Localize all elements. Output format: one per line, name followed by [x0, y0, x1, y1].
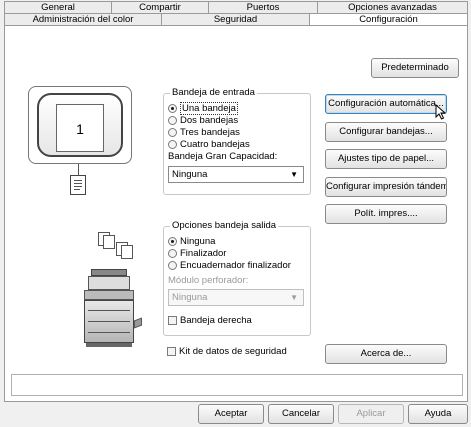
radio-dot — [168, 261, 177, 270]
bandeja-salida-legend: Opciones bandeja salida — [170, 220, 279, 231]
radio-label: Cuatro bandejas — [180, 139, 250, 150]
output-document-icon — [70, 175, 86, 195]
tab-administracion-color[interactable]: Administración del color — [4, 13, 162, 25]
kit-seguridad-checkbox[interactable]: Kit de datos de seguridad — [167, 346, 287, 357]
mouse-cursor-icon — [435, 103, 449, 120]
tab-puertos[interactable]: Puertos — [209, 1, 318, 13]
acerca-de-button[interactable]: Acerca de... — [325, 344, 447, 364]
ajustes-tipo-papel-button[interactable]: Ajustes tipo de papel... — [325, 149, 447, 169]
radio-dos-bandejas[interactable]: Dos bandejas — [168, 115, 238, 126]
radio-cuatro-bandejas[interactable]: Cuatro bandejas — [168, 139, 250, 150]
configurar-bandejas-button[interactable]: Configurar bandejas... — [325, 122, 447, 142]
radio-tres-bandejas[interactable]: Tres bandejas — [168, 127, 240, 138]
tray-preview-frame: 1 — [37, 93, 123, 157]
tab-general[interactable]: General — [4, 1, 112, 13]
radio-label: Una bandeja — [180, 102, 238, 115]
radio-dot — [168, 104, 177, 113]
copier-machine-icon — [82, 269, 142, 349]
stacked-documents-icon — [98, 232, 138, 259]
dropdown-arrow-icon: ▼ — [290, 293, 298, 302]
gran-capacidad-value: Ninguna — [172, 169, 208, 180]
radio-dot — [168, 128, 177, 137]
tray-preview: 1 — [28, 86, 132, 164]
checkbox-label: Kit de datos de seguridad — [179, 346, 287, 357]
tray-connector-line — [78, 164, 79, 175]
checkbox-box — [167, 347, 176, 356]
modulo-perforador-select[interactable]: Ninguna ▼ — [168, 289, 304, 306]
configurar-tandem-button[interactable]: Configurar impresión tándem... — [325, 177, 447, 197]
radio-salida-ninguna[interactable]: Ninguna — [168, 236, 215, 247]
cancelar-button[interactable]: Cancelar — [268, 404, 334, 424]
tray-number-badge: 1 — [56, 104, 104, 152]
tab-row-top: General Compartir Puertos Opciones avanz… — [4, 1, 468, 13]
gran-capacidad-select[interactable]: Ninguna ▼ — [168, 166, 304, 183]
status-bar — [11, 374, 463, 396]
tab-opciones-avanzadas[interactable]: Opciones avanzadas — [318, 1, 468, 13]
radio-dot — [168, 237, 177, 246]
checkbox-label: Bandeja derecha — [180, 315, 252, 326]
bandeja-entrada-group: Bandeja de entrada Una bandeja Dos bande… — [163, 87, 311, 195]
tab-seguridad[interactable]: Seguridad — [162, 13, 310, 25]
radio-label: Ninguna — [180, 236, 216, 247]
bandeja-entrada-legend: Bandeja de entrada — [170, 87, 257, 98]
aceptar-button[interactable]: Aceptar — [198, 404, 264, 424]
tab-compartir[interactable]: Compartir — [112, 1, 209, 13]
bandeja-salida-group: Opciones bandeja salida Ninguna Finaliza… — [163, 220, 311, 336]
dropdown-arrow-icon: ▼ — [290, 170, 298, 179]
configuracion-automatica-button[interactable]: Configuración automática... — [325, 94, 447, 114]
predeterminado-button[interactable]: Predeterminado — [371, 58, 459, 78]
ayuda-button[interactable]: Ayuda — [408, 404, 468, 424]
checkbox-box — [168, 316, 177, 325]
aplicar-button[interactable]: Aplicar — [338, 404, 404, 424]
configuracion-panel: Predeterminado 1 Bandeja de entrada Una … — [4, 25, 468, 402]
radio-label: Finalizador — [180, 248, 227, 259]
radio-label: Encuadernador finalizador — [180, 260, 291, 271]
radio-una-bandeja[interactable]: Una bandeja — [168, 102, 238, 115]
modulo-perforador-label: Módulo perforador: — [168, 275, 249, 286]
radio-encuadernador-finalizador[interactable]: Encuadernador finalizador — [168, 260, 291, 271]
radio-finalizador[interactable]: Finalizador — [168, 248, 226, 259]
radio-label: Tres bandejas — [180, 127, 240, 138]
tab-row-bottom: Administración del color Seguridad Confi… — [4, 13, 468, 25]
bandeja-derecha-checkbox[interactable]: Bandeja derecha — [168, 315, 252, 326]
radio-label: Dos bandejas — [180, 115, 239, 126]
tab-configuracion[interactable]: Configuración — [310, 13, 468, 25]
radio-dot — [168, 249, 177, 258]
politica-impresion-button[interactable]: Polít. impres.... — [325, 204, 447, 224]
radio-dot — [168, 140, 177, 149]
gran-capacidad-label: Bandeja Gran Capacidad: — [168, 151, 278, 162]
radio-dot — [168, 116, 177, 125]
modulo-perforador-value: Ninguna — [172, 292, 208, 303]
